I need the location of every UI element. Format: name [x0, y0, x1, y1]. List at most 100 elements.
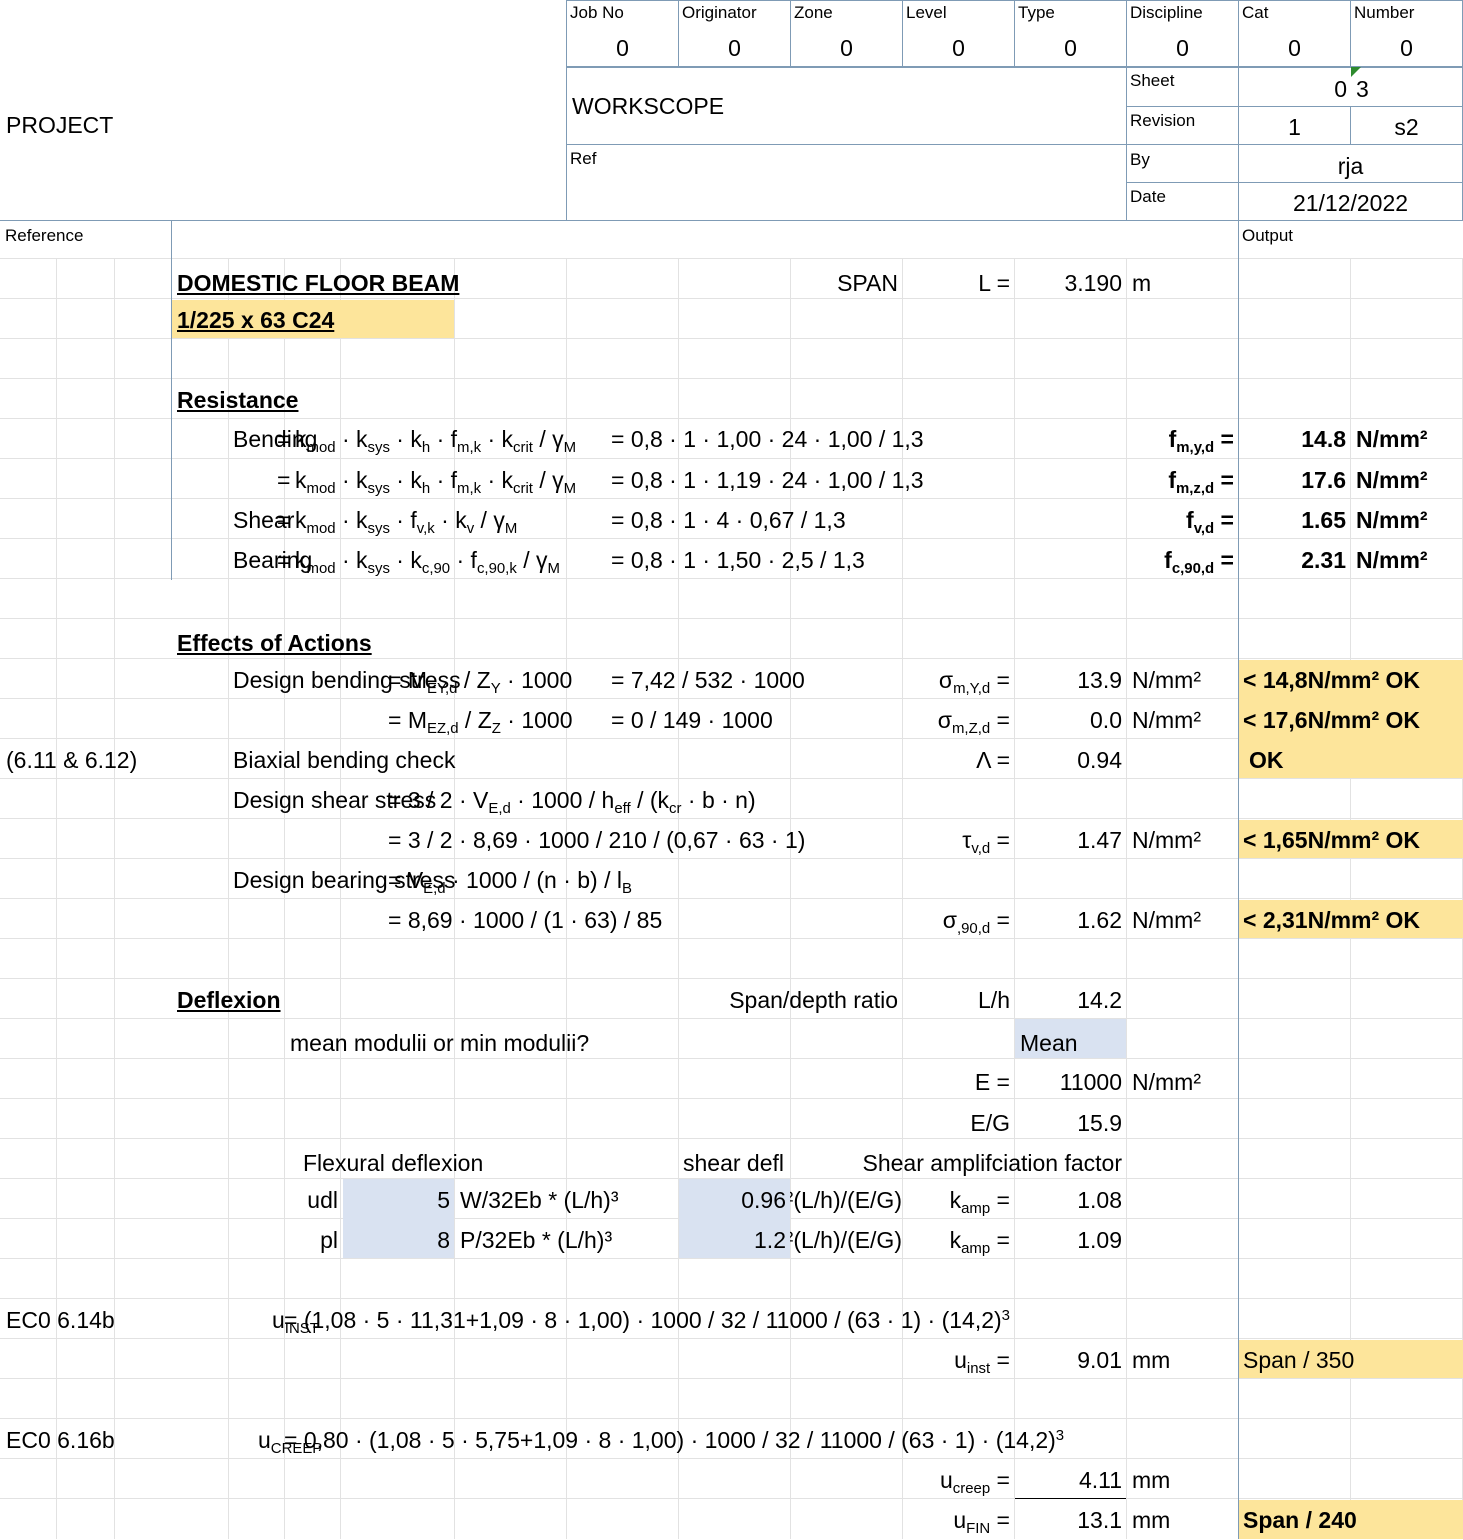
bending-y-value: 13.9 [1077, 667, 1122, 693]
creep-equation: = 0,80 · (1,08 · 5 · 5,75+1,09 · 8 · 1,0… [284, 1426, 1065, 1453]
shear-unit: N/mm² [1132, 827, 1201, 853]
creep-unit: mm [1132, 1467, 1171, 1493]
shear-defl-label: shear defl [683, 1150, 785, 1176]
inst-value: 9.01 [1077, 1347, 1122, 1373]
field-value-number[interactable]: 0 [1351, 28, 1462, 68]
pl-k-label: kamp = [949, 1227, 1010, 1258]
biaxial-reference: (6.11 & 6.12) [6, 747, 138, 773]
eg-label: E/G [970, 1110, 1010, 1136]
gridline [0, 1298, 1463, 1299]
bearing-substitution: = 8,69 · 1000 / (1 · 63) / 85 [388, 907, 663, 933]
sheet-value[interactable]: 0 [1239, 69, 1347, 109]
bending-z-formula: = MEZ,d / ZZ · 1000 [388, 707, 573, 738]
reference-column-header: Reference [5, 226, 84, 245]
shear-formula: = 3 / 2 · VE,d · 1000 / heff / (kcr · b … [388, 787, 756, 818]
resistance-substitution: = 0,8 · 1 · 1,50 · 2,5 / 1,3 [611, 547, 865, 573]
sum-rule [1015, 1498, 1126, 1499]
gridline [0, 618, 1463, 619]
resistance-unit: N/mm² [1356, 507, 1428, 533]
resistance-symbol: fm,y,d = [1168, 426, 1234, 457]
field-label-zone: Zone [794, 3, 833, 22]
calculation-sheet: PROJECT WORKSCOPE Ref Job No Originator … [0, 0, 1463, 1539]
field-label-type: Type [1018, 3, 1055, 22]
border [171, 220, 172, 580]
workscope-label: WORKSCOPE [572, 93, 725, 119]
udl-k-value: 1.08 [1077, 1187, 1122, 1213]
gridline [0, 1418, 1463, 1419]
pl-coefficient[interactable]: 8 [343, 1220, 450, 1260]
output-column-header: Output [1242, 226, 1294, 245]
span-depth-value: 14.2 [1077, 987, 1122, 1013]
udl-shear-value[interactable]: 0.96 [679, 1180, 786, 1220]
by-value[interactable]: rja [1239, 146, 1462, 186]
span-depth-label: Span/depth ratio [729, 987, 898, 1013]
pl-shear-value[interactable]: 1.2 [679, 1220, 786, 1260]
bending-z-value: 0.0 [1090, 707, 1122, 733]
field-value-level[interactable]: 0 [903, 28, 1014, 68]
resistance-substitution: = 0,8 · 1 · 1,00 · 24 · 1,00 / 1,3 [611, 426, 924, 452]
bearing-formula: = VE,d · 1000 / (n · b) / lB [388, 867, 632, 898]
sheet-label: Sheet [1130, 71, 1175, 90]
udl-shear-formula: (E/G)/(L/h)² [790, 1187, 902, 1213]
revision-label: Revision [1130, 111, 1196, 130]
bending-z-unit: N/mm² [1132, 707, 1201, 733]
beam-title: DOMESTIC FLOOR BEAM [177, 270, 460, 296]
udl-formula: W/32Eb * (L/h)³ [460, 1187, 619, 1213]
effects-heading: Effects of Actions [177, 630, 372, 656]
e-unit: N/mm² [1132, 1069, 1201, 1095]
field-value-cat[interactable]: 0 [1239, 28, 1350, 68]
field-label-originator: Originator [682, 3, 757, 22]
field-value-originator[interactable]: 0 [679, 28, 790, 68]
field-value-type[interactable]: 0 [1015, 28, 1126, 68]
pl-k-value: 1.09 [1077, 1227, 1122, 1253]
beam-section: 1/225 x 63 C24 [177, 307, 335, 333]
creep-symbol: ucreep = [940, 1467, 1010, 1498]
bearing-unit: N/mm² [1132, 907, 1201, 933]
ref-label: Ref [570, 149, 597, 168]
resistance-symbol: fc,90,d = [1164, 547, 1234, 578]
resistance-unit: N/mm² [1356, 426, 1428, 452]
deflexion-heading: Deflexion [177, 987, 281, 1013]
resistance-substitution: = 0,8 · 1 · 1,19 · 24 · 1,00 / 1,3 [611, 467, 924, 493]
field-label-job-no: Job No [570, 3, 624, 22]
border [1238, 220, 1239, 1539]
udl-k-label: kamp = [949, 1187, 1010, 1218]
length-value: 3.190 [1064, 270, 1122, 296]
shear-check: < 1,65N/mm² OK [1243, 827, 1421, 853]
bending-y-formula: = MEY,d / ZY · 1000 [388, 667, 573, 698]
gridline [0, 1498, 1463, 1499]
field-label-discipline: Discipline [1130, 3, 1203, 22]
sheet-value-2[interactable]: 3 [1356, 69, 1369, 109]
moduli-choice[interactable]: Mean [1020, 1023, 1078, 1063]
project-label: PROJECT [6, 112, 114, 138]
eg-value: 15.9 [1077, 1110, 1122, 1136]
resistance-formula: kmod · ksys · kh · fm,k · kcrit / γM [295, 426, 577, 457]
length-label: L = [978, 270, 1010, 296]
resistance-symbol: fv,d = [1186, 507, 1234, 538]
bending-z-check: < 17,6N/mm² OK [1243, 707, 1421, 733]
fin-symbol: uFIN = [953, 1507, 1010, 1538]
resistance-value: 1.65 [1301, 507, 1346, 533]
revision-value[interactable]: 1 [1239, 107, 1350, 147]
biaxial-symbol: Λ = [976, 747, 1010, 773]
resistance-substitution: = 0,8 · 1 · 4 · 0,67 / 1,3 [611, 507, 846, 533]
fin-output: Span / 240 [1243, 1507, 1357, 1533]
field-value-zone[interactable]: 0 [791, 28, 902, 68]
resistance-unit: N/mm² [1356, 547, 1428, 573]
biaxial-label: Biaxial bending check [233, 747, 456, 773]
date-value[interactable]: 21/12/2022 [1239, 183, 1462, 223]
gridline [0, 898, 1463, 899]
field-value-discipline[interactable]: 0 [1127, 28, 1238, 68]
resistance-value: 14.8 [1301, 426, 1346, 452]
resistance-formula: kmod · ksys · kc,90 · fc,90,k / γM [295, 547, 560, 578]
bearing-check: < 2,31N/mm² OK [1243, 907, 1421, 933]
revision-value-2[interactable]: s2 [1351, 107, 1462, 147]
field-label-level: Level [906, 3, 947, 22]
resistance-value: 2.31 [1301, 547, 1346, 573]
udl-coefficient[interactable]: 5 [343, 1180, 450, 1220]
date-label: Date [1130, 187, 1166, 206]
creep-reference: EC0 6.16b [6, 1427, 115, 1453]
gridline [0, 778, 1463, 779]
field-value-job-no[interactable]: 0 [567, 28, 678, 68]
shear-value: 1.47 [1077, 827, 1122, 853]
